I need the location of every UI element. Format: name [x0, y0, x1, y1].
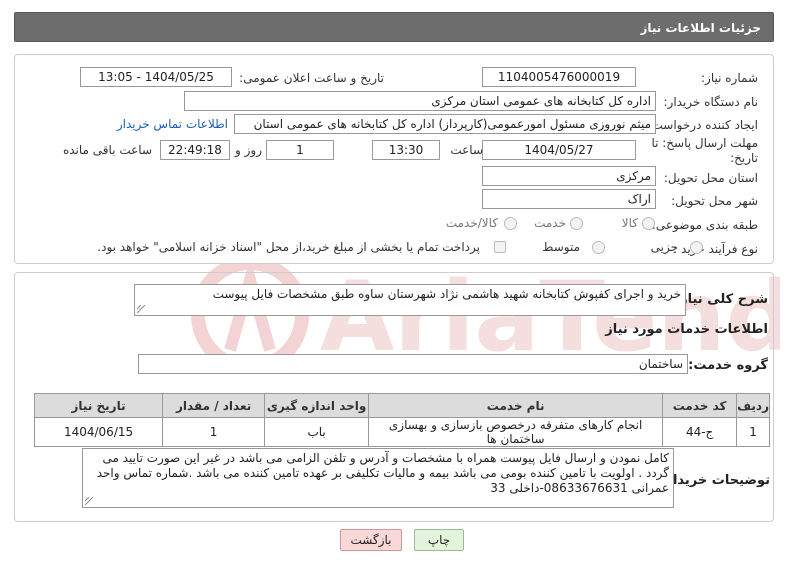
category-option-service: خدمت	[534, 216, 566, 230]
cell-date: 1404/06/15	[33, 417, 164, 447]
category-radio-goods-service[interactable]	[504, 217, 517, 230]
back-button[interactable]: بازگشت	[340, 529, 402, 551]
cell-unit: باب	[264, 417, 370, 447]
payment-note: پرداخت تمام یا بخشی از مبلغ خرید،از محل …	[97, 240, 480, 254]
treasury-checkbox[interactable]	[494, 241, 506, 253]
deadline-label-2: تاریخ:	[730, 151, 758, 165]
process-radio-medium[interactable]	[592, 241, 605, 254]
category-label: طبقه بندی موضوعی:	[651, 218, 758, 232]
service-group-label: گروه خدمت:	[688, 358, 768, 373]
need-number-field[interactable]: 1104005476000019	[482, 67, 636, 87]
col-name-header: نام خدمت	[368, 393, 664, 418]
services-table: ردیف کد خدمت نام خدمت واحد اندازه گیری ت…	[33, 393, 770, 447]
page-header: جزئیات اطلاعات نیاز	[14, 12, 774, 42]
buyer-org-field[interactable]: اداره کل کتابخانه های عمومی استان مرکزی	[184, 91, 656, 111]
cell-code: ج-44	[662, 417, 738, 447]
category-radio-goods[interactable]	[642, 217, 655, 230]
city-label: شهر محل تحویل:	[671, 194, 758, 208]
col-code-header: کد خدمت	[662, 393, 738, 418]
deadline-time-label: ساعت	[450, 143, 483, 157]
deadline-label-1: مهلت ارسال پاسخ: تا	[651, 136, 758, 150]
services-title: اطلاعات خدمات مورد نیاز	[605, 322, 768, 337]
summary-label: شرح کلی نیاز:	[674, 292, 768, 307]
page-title: جزئیات اطلاعات نیاز	[640, 21, 761, 35]
buyer-contact-link[interactable]: اطلاعات تماس خریدار	[117, 117, 228, 131]
process-radio-minor[interactable]	[690, 241, 703, 254]
category-option-goods-service: کالا/خدمت	[445, 216, 498, 230]
buyer-notes-text: کامل نمودن و ارسال فایل پیوست همراه با م…	[96, 451, 669, 495]
deadline-date-field[interactable]: 1404/05/27	[482, 140, 636, 160]
table-row: 1 ج-44 انجام کارهای متفرقه درخصوص بازساز…	[33, 417, 770, 447]
category-option-goods: کالا	[621, 216, 638, 230]
cell-name: انجام کارهای متفرقه درخصوص بازسازی و بهس…	[368, 417, 664, 447]
province-label: استان محل تحویل:	[663, 171, 758, 185]
category-radio-service[interactable]	[570, 217, 583, 230]
summary-text: خرید و اجرای کفپوش کتابخانه شهید هاشمی ن…	[212, 287, 681, 301]
print-button[interactable]: چاپ	[414, 529, 464, 551]
process-option-medium: متوسط	[542, 240, 580, 254]
col-date-header: تاریخ نیاز	[33, 393, 164, 418]
resize-handle-icon[interactable]	[137, 305, 145, 313]
process-label: نوع فرآیند خرید :	[673, 242, 758, 256]
deadline-time-field[interactable]: 13:30	[372, 140, 440, 160]
cell-qty: 1	[162, 417, 266, 447]
days-field[interactable]: 1	[266, 140, 334, 160]
col-row-header: ردیف	[736, 393, 770, 418]
announce-field[interactable]: 1404/05/25 - 13:05	[80, 67, 232, 87]
days-label: روز و	[235, 143, 262, 157]
service-group-field[interactable]: ساختمان	[138, 354, 688, 374]
buyer-org-label: نام دستگاه خریدار:	[663, 95, 759, 109]
process-option-minor: جزیی	[650, 240, 678, 254]
announce-label: تاریخ و ساعت اعلان عمومی:	[239, 71, 384, 85]
buyer-notes-textarea[interactable]: کامل نمودن و ارسال فایل پیوست همراه با م…	[82, 448, 674, 508]
creator-label: ایجاد کننده درخواست:	[647, 118, 758, 132]
city-field[interactable]: اراک	[482, 189, 656, 209]
col-unit-header: واحد اندازه گیری	[264, 393, 370, 418]
need-number-label: شماره نیاز:	[701, 71, 758, 85]
buyer-notes-label: توضیحات خریدار:	[660, 473, 770, 488]
province-field[interactable]: مرکزی	[482, 166, 656, 186]
remaining-field[interactable]: 22:49:18	[160, 140, 230, 160]
remaining-label: ساعت باقی مانده	[62, 143, 152, 157]
col-qty-header: تعداد / مقدار	[162, 393, 266, 418]
cell-row: 1	[736, 417, 770, 447]
resize-handle-icon[interactable]	[85, 497, 93, 505]
table-header-row: ردیف کد خدمت نام خدمت واحد اندازه گیری ت…	[33, 393, 770, 418]
summary-textarea[interactable]: خرید و اجرای کفپوش کتابخانه شهید هاشمی ن…	[134, 284, 686, 316]
creator-field[interactable]: میثم نوروزی مسئول امورعمومی(کارپرداز) اد…	[234, 114, 656, 134]
